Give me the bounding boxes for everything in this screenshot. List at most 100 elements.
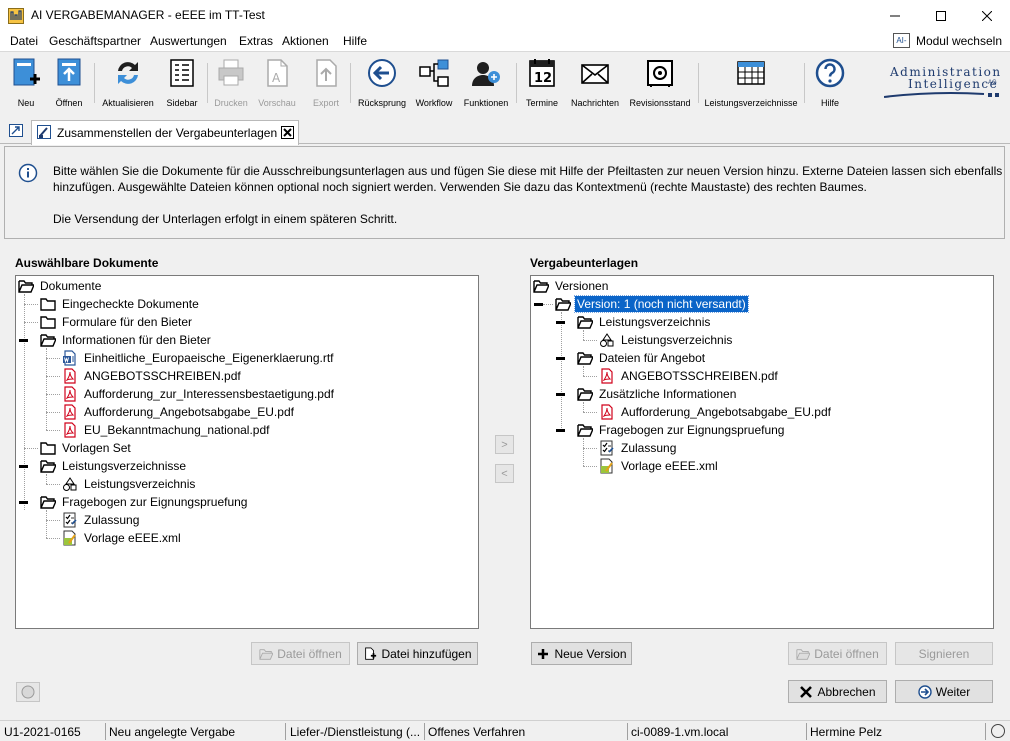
tree-node-label: Aufforderung_Angebotsabgabe_EU.pdf [84,405,294,419]
status-leistungsart: Liefer-/Dienstleistung (... [290,725,421,739]
tab-zusammenstellen[interactable]: Zusammenstellen der Vergabeunterlagen [31,120,299,145]
minimize-icon [890,15,900,16]
tree-node[interactable]: Dateien für Angebot [577,349,707,367]
tree-node[interactable]: Versionen [533,277,610,295]
collapse-toggle[interactable] [19,501,28,504]
tree-node-label: Leistungsverzeichnis [84,477,196,491]
tree-node[interactable]: Aufforderung_Angebotsabgabe_EU.pdf [62,403,296,421]
tree-node[interactable]: Zulassung [599,439,678,457]
menu-geschaeftspartner[interactable]: Geschäftspartner [49,34,141,48]
tree-node[interactable]: Leistungsverzeichnisse [40,457,188,475]
functions-button[interactable]: Funktionen [463,57,509,111]
brand-suffix: AG [988,80,997,86]
leistungsverzeichnisse-button[interactable]: Leistungsverzeichnisse [704,57,798,111]
next-button[interactable]: Weiter [895,680,993,703]
move-left-button[interactable]: < [495,464,514,483]
tree-connector [543,304,553,305]
collapse-toggle[interactable] [534,303,543,306]
tree-node-label: ANGEBOTSSCHREIBEN.pdf [84,369,241,383]
tree-node[interactable]: Fragebogen zur Eignungspruefung [40,493,249,511]
folder-icon [40,314,56,330]
tree-node[interactable]: Vorlagen Set [40,439,133,457]
sign-label: Signieren [918,646,970,661]
tree-node[interactable]: ANGEBOTSSCHREIBEN.pdf [62,367,243,385]
help-button[interactable]: Hilfe [814,57,846,111]
messages-button[interactable]: Nachrichten [570,57,620,111]
tree-node[interactable]: Formulare für den Bieter [40,313,194,331]
status-vergabe-state: Neu angelegte Vergabe [109,725,236,739]
tab-navigate-icon[interactable] [9,124,23,137]
tree-node[interactable]: EU_Bekanntmachung_national.pdf [62,421,271,439]
close-window-button[interactable] [964,0,1010,31]
left-open-file-button[interactable]: Datei öffnen [251,642,350,665]
modul-wechseln-button[interactable]: AI- Modul wechseln [892,33,1002,48]
tree-node-label: Fragebogen zur Eignungspruefung [62,495,248,509]
tree-node[interactable]: Leistungsverzeichnis [599,331,734,349]
tree-node[interactable]: Eingecheckte Dokumente [40,295,201,313]
tree-node[interactable]: Fragebogen zur Eignungspruefung [577,421,786,439]
cancel-button[interactable]: Abbrechen [788,680,887,703]
revision-button[interactable]: Revisionsstand [629,57,691,111]
tree-node[interactable]: Einheitliche_Europaeische_Eigenerklaerun… [62,349,336,367]
tree-node[interactable]: Leistungsverzeichnis [62,475,197,493]
pdf-file-icon [599,368,615,384]
collapse-toggle[interactable] [556,321,565,324]
right-open-file-button[interactable]: Datei öffnen [788,642,887,665]
tree-node[interactable]: Vorlage eEEE.xml [62,529,183,547]
connection-status-icon [991,724,1005,738]
tree-node[interactable]: Aufforderung_zur_Interessensbestaetigung… [62,385,336,403]
pdf-file-icon [62,386,78,402]
rtf-file-icon [62,350,78,366]
tree-node[interactable]: Leistungsverzeichnis [577,313,712,331]
tree-node[interactable]: Zusätzliche Informationen [577,385,738,403]
maximize-button[interactable] [918,0,964,31]
refresh-button[interactable]: Aktualisieren [102,57,154,111]
tree-node-label: Leistungsverzeichnisse [62,459,187,473]
calendar-button[interactable]: 12 Termine [524,57,560,111]
menu-hilfe[interactable]: Hilfe [343,34,367,48]
tree-node[interactable]: Dokumente [18,277,103,295]
collapse-toggle[interactable] [556,429,565,432]
context-help-button[interactable] [16,682,40,702]
collapse-toggle[interactable] [19,339,28,342]
menu-bar: Datei Geschäftspartner Auswertungen Extr… [0,31,1010,52]
preview-button[interactable]: A Vorschau [257,57,297,111]
workflow-button[interactable]: Workflow [414,57,454,111]
vergabeunterlagen-tree[interactable]: Versionen Version: 1 (noch nicht versandt… [530,275,994,629]
tree-node[interactable]: ANGEBOTSSCHREIBEN.pdf [599,367,780,385]
sign-button[interactable]: Signieren [895,642,993,665]
messages-label: Nachrichten [570,98,620,108]
minimize-button[interactable] [872,0,918,31]
tree-node[interactable]: Informationen für den Bieter [40,331,213,349]
open-button[interactable]: Öffnen [52,57,86,111]
move-right-button[interactable]: > [495,435,514,454]
tab-document-icon [37,125,51,139]
export-button[interactable]: Export [310,57,342,111]
open-label: Öffnen [55,98,83,108]
tab-close-icon[interactable] [281,126,294,139]
add-file-button[interactable]: Datei hinzufügen [357,642,478,665]
collapse-toggle[interactable] [556,393,565,396]
tree-node[interactable]: Version: 1 (noch nicht versandt) [555,295,749,313]
info-text-line3: Die Versendung der Unterlagen erfolgt in… [53,212,398,226]
pdf-file-icon [62,404,78,420]
collapse-toggle[interactable] [556,357,565,360]
print-button[interactable]: Drucken [213,57,249,111]
brand-swoosh-icon [884,92,999,98]
tree-node[interactable]: Vorlage eEEE.xml [599,457,720,475]
available-documents-tree[interactable]: Dokumente Eingecheckte Dokumente Formulare… [15,275,479,629]
menu-aktionen[interactable]: Aktionen [282,34,329,48]
menu-datei[interactable]: Datei [10,34,38,48]
tree-node[interactable]: Aufforderung_Angebotsabgabe_EU.pdf [599,403,833,421]
new-button[interactable]: Neu [10,57,42,111]
menu-extras[interactable]: Extras [239,34,273,48]
menu-auswertungen[interactable]: Auswertungen [150,34,227,48]
revision-label: Revisionsstand [629,98,691,108]
back-button[interactable]: Rücksprung [357,57,407,111]
tree-node[interactable]: Zulassung [62,511,141,529]
help-circle-icon [21,685,35,699]
new-version-button[interactable]: Neue Version [531,642,632,665]
collapse-toggle[interactable] [19,465,28,468]
maximize-icon [936,10,946,21]
sidebar-button[interactable]: Sidebar [164,57,200,111]
